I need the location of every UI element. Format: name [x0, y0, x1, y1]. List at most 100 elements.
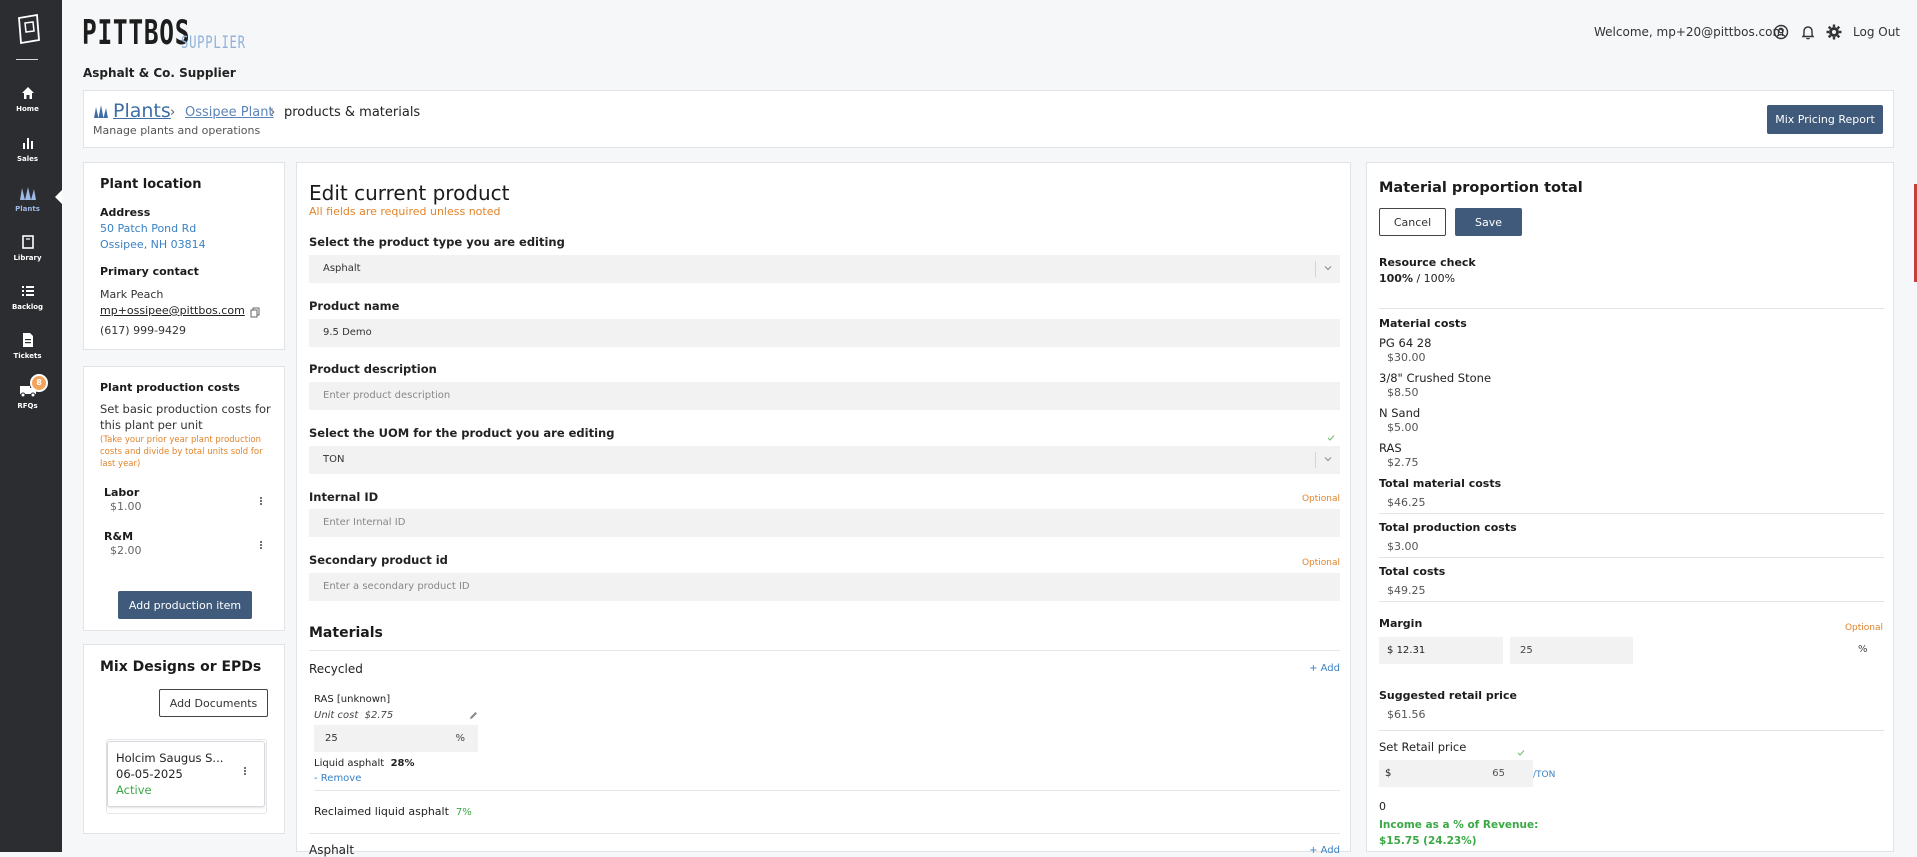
product-name-value: 9.5 Demo: [323, 327, 372, 338]
dollar-symbol: $: [1387, 645, 1394, 656]
chevron-right-icon: ›: [270, 105, 276, 120]
add-recycled-link[interactable]: + Add: [1309, 663, 1340, 674]
plant-building-icon: [94, 105, 108, 118]
material-proportion-title: Material proportion total: [1379, 180, 1583, 196]
plant-location-title: Plant location: [100, 177, 202, 192]
retail-unit: /TON: [1533, 770, 1556, 780]
add-production-item-button[interactable]: Add production item: [118, 591, 252, 619]
add-documents-button[interactable]: Add Documents: [159, 689, 268, 717]
mix-pricing-report-button[interactable]: Mix Pricing Report: [1767, 105, 1883, 134]
document-card[interactable]: Holcim Saugus S... 06-05-2025 Active: [107, 741, 265, 807]
select-divider: [1315, 452, 1316, 468]
retail-price-value: 65: [1492, 768, 1505, 779]
pencil-icon[interactable]: [469, 711, 478, 720]
list-icon: [21, 286, 34, 296]
uom-select[interactable]: TON: [309, 446, 1340, 474]
sidebar: Home Sales Plants Library Backlog Ticket…: [0, 0, 62, 852]
more-options-icon[interactable]: [260, 540, 264, 550]
reclaimed-percent: 7%: [455, 807, 472, 818]
product-description-input[interactable]: Enter product description: [309, 382, 1340, 410]
reclaimed-label: Reclaimed liquid asphalt: [314, 805, 449, 818]
material-costs-card: Material proportion total Cancel Save Re…: [1366, 162, 1894, 852]
product-type-select[interactable]: Asphalt: [309, 255, 1340, 283]
nav-label: RFQs: [17, 402, 38, 410]
pittbos-logo-icon[interactable]: [15, 14, 43, 44]
logout-link[interactable]: Log Out: [1853, 25, 1900, 39]
internal-id-input[interactable]: Enter Internal ID: [309, 509, 1340, 537]
nav-backlog[interactable]: Backlog: [0, 282, 55, 311]
set-retail-label: Set Retail price: [1379, 740, 1467, 754]
breadcrumb-plants[interactable]: Plants: [93, 100, 171, 122]
product-name-input[interactable]: 9.5 Demo: [309, 319, 1340, 347]
welcome-text: Welcome, mp+20@pittbos.com: [1594, 25, 1785, 39]
production-costs-card: Plant production costs Set basic product…: [83, 366, 285, 631]
document-name: Holcim Saugus S...: [116, 751, 224, 765]
cancel-button[interactable]: Cancel: [1379, 208, 1446, 236]
bell-icon[interactable]: [1800, 24, 1816, 40]
home-icon: [21, 87, 34, 99]
material-cost-name: N Sand: [1379, 406, 1421, 420]
product-description-label: Product description: [309, 362, 437, 376]
address-line2[interactable]: Ossipee, NH 03814: [100, 238, 206, 251]
material-costs-label: Material costs: [1379, 317, 1467, 330]
margin-percent-input[interactable]: 25: [1510, 637, 1633, 664]
breadcrumb-plant[interactable]: Ossipee Plant: [185, 105, 274, 120]
material-percent-input[interactable]: 25 %: [314, 725, 478, 752]
address-line1[interactable]: 50 Patch Pond Rd: [100, 222, 196, 235]
optional-tag: Optional: [1301, 494, 1340, 504]
chevron-down-icon: [1324, 457, 1332, 462]
required-fields-note: All fields are required unless noted: [309, 205, 501, 218]
more-options-icon[interactable]: [260, 496, 264, 506]
gear-icon[interactable]: [1826, 24, 1842, 40]
liquid-asphalt-label: Liquid asphalt: [314, 758, 385, 769]
select-divider: [1315, 261, 1316, 277]
nav-tickets[interactable]: Tickets: [0, 331, 55, 360]
divider: [314, 790, 1340, 791]
margin-dollar-input[interactable]: $ 12.31: [1379, 637, 1503, 664]
chevron-down-icon: [1324, 266, 1332, 271]
percent-symbol: %: [1858, 644, 1868, 655]
nav-label: Library: [13, 254, 42, 262]
material-percent-value: 25: [325, 733, 338, 744]
secondary-id-input[interactable]: Enter a secondary product ID: [309, 573, 1340, 601]
remove-material-link[interactable]: - Remove: [314, 773, 361, 784]
uom-label: Select the UOM for the product you are e…: [309, 426, 615, 440]
material-cost-name: PG 64 28: [1379, 336, 1432, 350]
secondary-id-placeholder: Enter a secondary product ID: [323, 581, 470, 592]
brand-name: PITTBOS: [82, 13, 191, 53]
brand-logo[interactable]: PITTBOS SUPPLIER: [82, 13, 245, 53]
user-account-icon[interactable]: [1773, 24, 1789, 40]
liquid-asphalt-percent: 28%: [390, 758, 415, 769]
nav-label: Sales: [16, 155, 39, 163]
margin-dollar-value: 12.31: [1396, 645, 1426, 656]
suggested-retail-label: Suggested retail price: [1379, 689, 1517, 702]
copy-icon[interactable]: [250, 307, 260, 318]
save-button[interactable]: Save: [1455, 208, 1522, 236]
check-icon: [1327, 435, 1335, 441]
add-asphalt-link[interactable]: + Add: [1309, 845, 1340, 856]
unit-cost-value: $2.75: [364, 710, 394, 721]
suggested-retail-value: $61.56: [1387, 708, 1426, 721]
contact-email[interactable]: mp+ossipee@pittbos.com: [100, 304, 245, 317]
divider: [309, 833, 1340, 834]
recycled-label: Recycled: [309, 662, 363, 676]
nav-home[interactable]: Home: [0, 84, 55, 113]
more-options-icon[interactable]: [244, 766, 248, 776]
nav-plants[interactable]: Plants: [0, 184, 55, 213]
nav-library[interactable]: Library: [0, 233, 55, 262]
reclaimed-row: Reclaimed liquid asphalt 7%: [314, 805, 472, 818]
address-label: Address: [100, 206, 151, 219]
nav-sales[interactable]: Sales: [0, 134, 55, 163]
internal-id-placeholder: Enter Internal ID: [323, 517, 406, 528]
retail-price-input[interactable]: $ 65: [1379, 760, 1533, 787]
nav-label: Plants: [15, 205, 40, 213]
sidebar-divider: [16, 59, 38, 60]
nav-label: Home: [16, 105, 39, 113]
materials-title: Materials: [309, 625, 383, 641]
nav-label: Backlog: [11, 303, 44, 311]
resource-total: / 100%: [1416, 272, 1456, 285]
production-item-label: R&M: [104, 530, 134, 543]
total-material-costs-value: $46.25: [1387, 496, 1426, 509]
nav-label: Tickets: [13, 352, 42, 360]
product-description-placeholder: Enter product description: [323, 390, 451, 401]
